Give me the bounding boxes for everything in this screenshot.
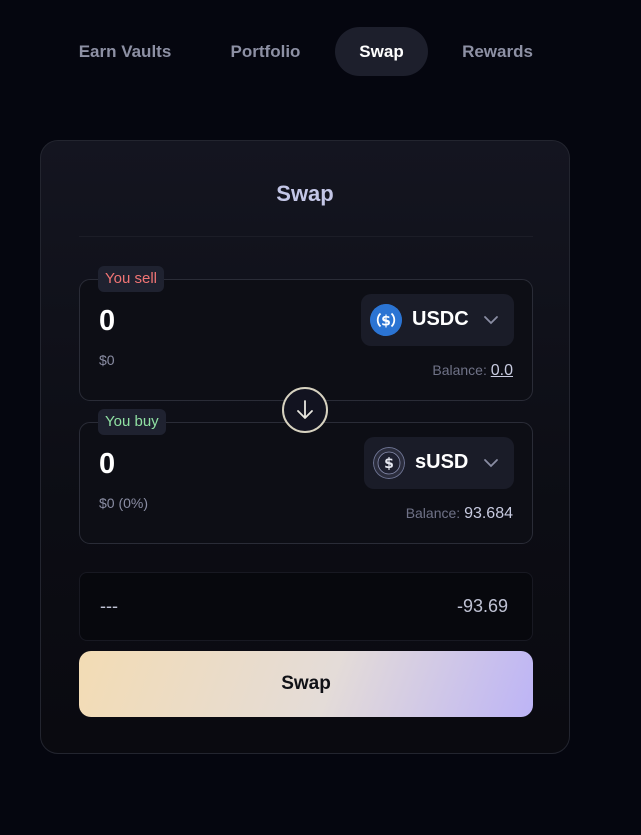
chevron-down-icon (484, 316, 498, 325)
sell-balance-value[interactable]: 0.0 (491, 362, 513, 379)
buy-usd-value: $0 (0%) (99, 495, 149, 511)
rate-placeholder: --- (100, 596, 118, 616)
rate-value: -93.69 (456, 596, 508, 616)
sell-token-selector[interactable]: $ USDC (361, 294, 514, 346)
buy-balance-label: Balance: (405, 505, 461, 521)
switch-direction-button[interactable] (282, 387, 328, 433)
svg-text:$: $ (381, 314, 391, 330)
sell-tag: You sell (98, 266, 164, 292)
tab-portfolio[interactable]: Portfolio (218, 27, 313, 76)
buy-token-selector[interactable]: $ sUSD (364, 437, 514, 489)
card-title: Swap (276, 181, 334, 206)
buy-panel: You buy 0 $0 (0%) $ sUSD Balance: 93.684 (79, 409, 533, 544)
swap-card: Swap You sell 0 $0 $ USDC Balance: 0.0 Y… (40, 140, 570, 754)
top-nav: Earn Vaults Portfolio Swap Rewards (0, 27, 641, 76)
buy-balance: Balance: 93.684 (406, 505, 513, 523)
arrow-down-icon (297, 400, 313, 419)
sell-panel: You sell 0 $0 $ USDC Balance: 0.0 (79, 266, 533, 401)
buy-balance-value: 93.684 (464, 505, 513, 522)
sell-usd-value: $0 (99, 352, 115, 368)
usdc-icon: $ (370, 304, 402, 336)
swap-button[interactable]: Swap (79, 651, 533, 717)
tab-swap[interactable]: Swap (335, 27, 428, 76)
divider (79, 236, 533, 237)
buy-amount-input[interactable]: 0 (99, 448, 115, 481)
tab-rewards[interactable]: Rewards (451, 27, 544, 76)
sell-balance-label: Balance: (432, 362, 487, 378)
tab-earn-vaults[interactable]: Earn Vaults (70, 27, 180, 76)
sell-balance: Balance: 0.0 (432, 362, 513, 380)
rate-info: --- -93.69 (79, 572, 533, 641)
sell-amount-input[interactable]: 0 (99, 305, 115, 338)
buy-tag: You buy (98, 409, 166, 435)
sell-token-name: USDC (412, 308, 469, 330)
svg-text:$: $ (384, 456, 394, 472)
chevron-down-icon (484, 459, 498, 468)
buy-token-name: sUSD (415, 451, 469, 473)
susd-icon: $ (373, 447, 405, 479)
